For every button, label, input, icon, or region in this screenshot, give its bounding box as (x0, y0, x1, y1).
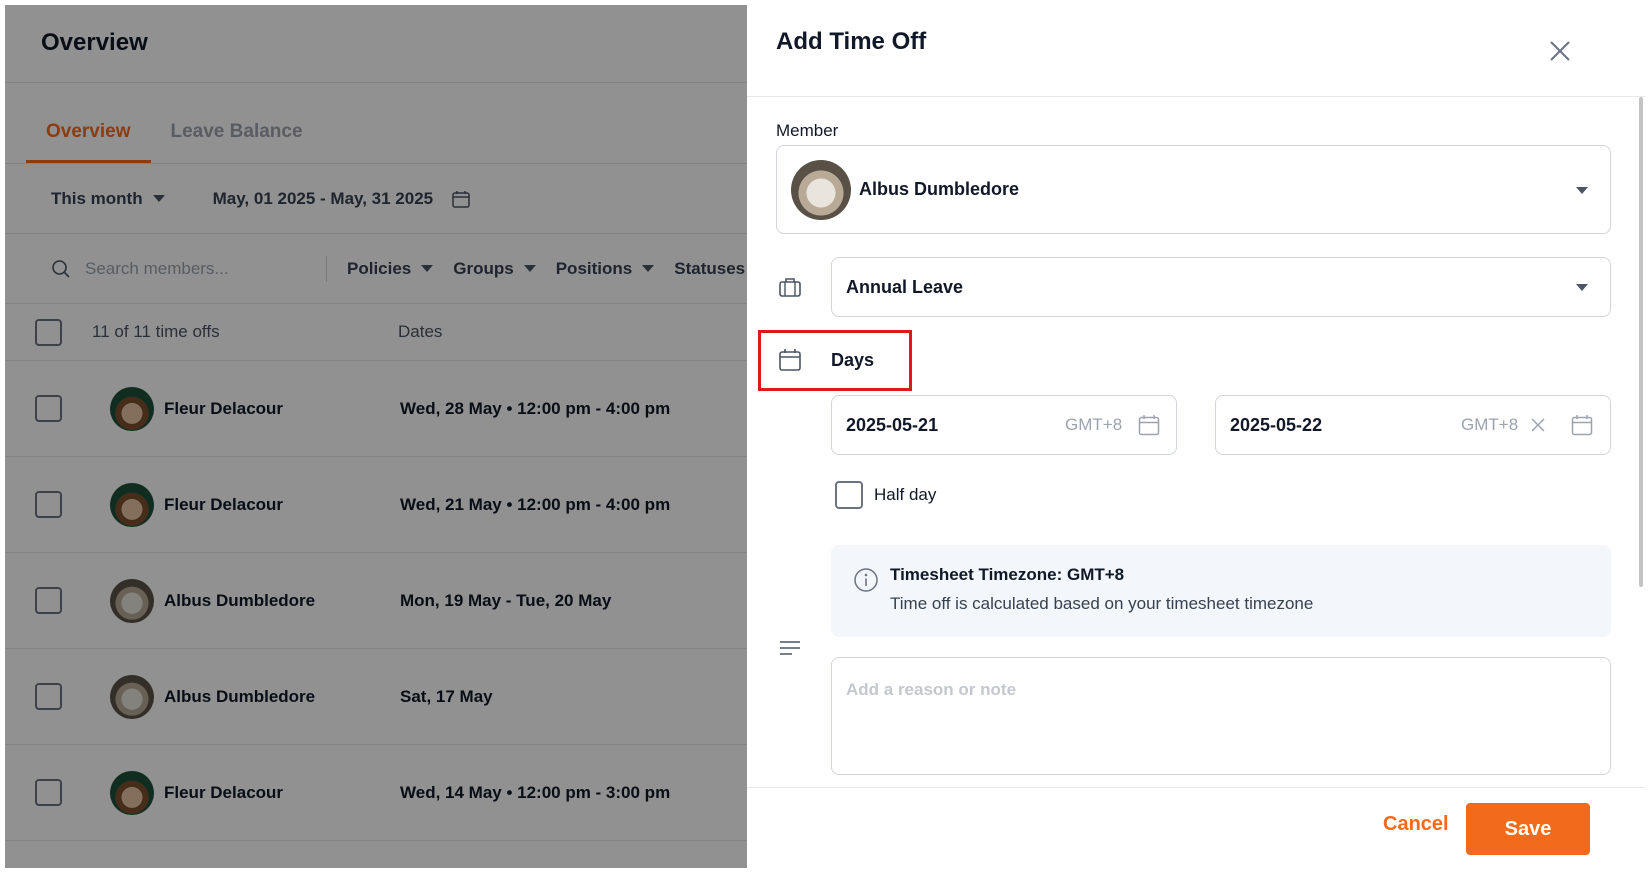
scrollbar[interactable] (1639, 97, 1643, 587)
briefcase-icon (779, 278, 801, 297)
close-icon[interactable] (1547, 38, 1573, 64)
end-timezone: GMT+8 (1461, 415, 1519, 434)
avatar (791, 159, 851, 220)
chevron-down-icon (1576, 284, 1588, 291)
duration-mode[interactable]: Days (831, 350, 874, 371)
timezone-notice: Timesheet Timezone: GMT+8 Time off is ca… (831, 545, 1611, 637)
modal-backdrop[interactable] (5, 5, 747, 868)
cancel-button[interactable]: Cancel (1383, 813, 1449, 836)
member-label: Member (776, 121, 839, 140)
calendar-icon[interactable] (1138, 414, 1160, 436)
notes-icon (780, 641, 800, 655)
drawer-footer: Cancel Save (747, 787, 1645, 868)
start-timezone: GMT+8 (1065, 415, 1123, 434)
add-time-off-drawer: Add Time Off Member Albus Dumbledore Ann… (747, 5, 1645, 868)
info-icon (854, 568, 878, 592)
end-date-input[interactable]: 2025-05-22 GMT+8 (1215, 395, 1611, 455)
member-select-value: Albus Dumbledore (859, 179, 1020, 199)
policy-select-value: Annual Leave (846, 276, 964, 297)
half-day-label: Half day (874, 485, 937, 504)
clear-icon[interactable] (1529, 416, 1547, 434)
policy-select[interactable]: Annual Leave (831, 257, 1611, 317)
drawer-header: Add Time Off (747, 5, 1645, 97)
half-day-checkbox[interactable] (835, 481, 863, 509)
timezone-notice-text: Time off is calculated based on your tim… (890, 594, 1314, 613)
app-frame: Overview Overview Leave Balance This mon… (5, 5, 1645, 868)
chevron-down-icon (1576, 186, 1588, 194)
member-select[interactable]: Albus Dumbledore (776, 145, 1611, 234)
start-date-value: 2025-05-21 (846, 414, 939, 435)
timezone-notice-title: Timesheet Timezone: GMT+8 (890, 565, 1125, 584)
start-date-input[interactable]: 2025-05-21 GMT+8 (831, 395, 1177, 455)
drawer-title: Add Time Off (776, 28, 927, 55)
note-textarea[interactable] (831, 657, 1611, 775)
drawer-body: Member Albus Dumbledore Annual Leave Day… (747, 97, 1645, 787)
calendar-icon (779, 349, 801, 371)
save-button[interactable]: Save (1466, 803, 1590, 855)
end-date-value: 2025-05-22 (1230, 414, 1323, 435)
calendar-icon[interactable] (1571, 414, 1593, 436)
